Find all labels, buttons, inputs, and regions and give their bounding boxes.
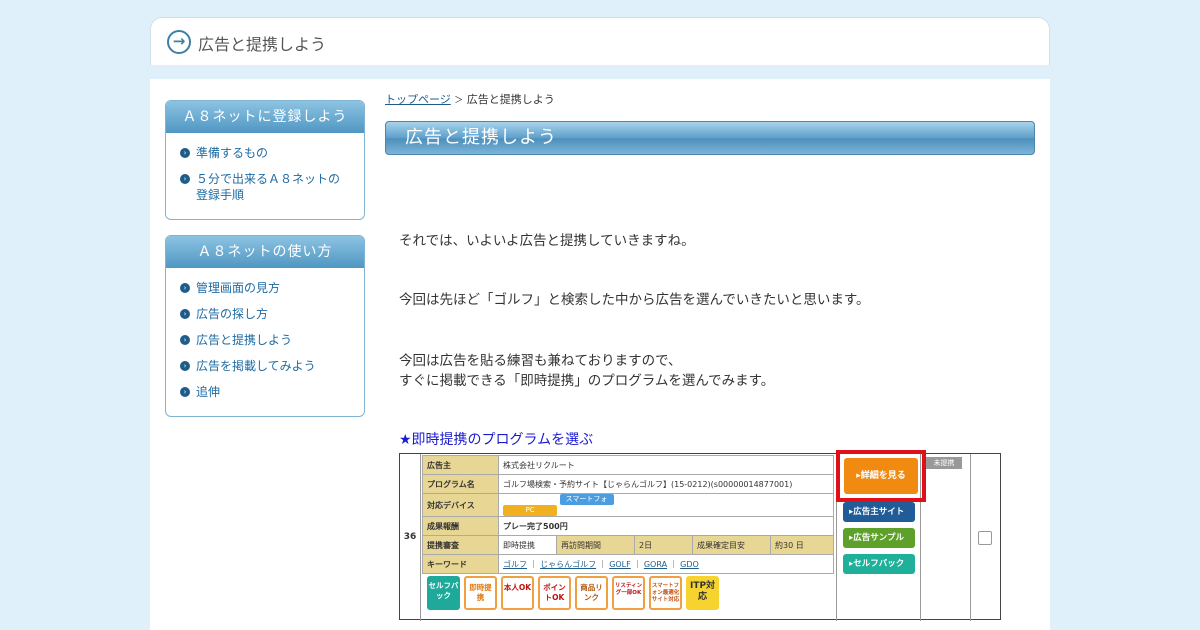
review-label: 提携審査 bbox=[422, 535, 499, 555]
reward-value: プレー完了500円 bbox=[498, 516, 834, 536]
bullet-arrow-icon: › bbox=[180, 387, 190, 397]
bullet-arrow-icon: › bbox=[180, 174, 190, 184]
program-value: ゴルフ場検索・予約サイト【じゃらんゴルフ】(15-0212)(s00000014… bbox=[498, 474, 834, 494]
paragraph-instant: すぐに掲載できる「即時提携」のプログラムを選んでみます。 bbox=[399, 373, 775, 389]
keyword-label: キーワード bbox=[422, 554, 499, 574]
selfback-badge: セルフバック bbox=[427, 576, 460, 610]
advertiser-site-button[interactable]: ▸広告主サイト bbox=[843, 502, 915, 522]
revisit-label: 再訪問期間 bbox=[556, 535, 635, 555]
sidebar-item-post-ads[interactable]: › 広告を掲載してみよう bbox=[180, 358, 364, 374]
status-badge: 未提携 bbox=[926, 457, 962, 469]
column-divider bbox=[970, 454, 971, 621]
arrow-right-circle-icon: → bbox=[167, 30, 191, 54]
header-band bbox=[150, 65, 1050, 79]
product-link-badge: 商品リンク bbox=[575, 576, 608, 610]
page-header: → 広告と提携しよう bbox=[150, 17, 1050, 65]
page-body: Ａ８ネットに登録しよう › 準備するもの › ５分で出来るＡ８ネットの登録手順 Ａ８… bbox=[150, 79, 1050, 630]
breadcrumb-current: 広告と提携しよう bbox=[466, 93, 555, 106]
section-heading: ★即時提携のプログラムを選ぶ bbox=[399, 432, 594, 448]
sidebar-box-register: Ａ８ネットに登録しよう › 準備するもの › ５分で出来るＡ８ネットの登録手順 bbox=[165, 100, 365, 220]
keyword-list: ゴルフ ｜ じゃらんゴルフ ｜ GOLF ｜ GORA ｜ GDO bbox=[498, 554, 834, 574]
confirm-label: 成果確定目安 bbox=[692, 535, 771, 555]
reward-label: 成果報酬 bbox=[422, 516, 499, 536]
keyword-link[interactable]: GOLF bbox=[609, 560, 631, 569]
revisit-value: 2日 bbox=[634, 535, 693, 555]
device-sp-tag: スマートフォン bbox=[559, 494, 614, 514]
itp-badge: ITP対応 bbox=[686, 576, 719, 610]
paragraph-intro: それでは、いよいよ広告と提携していきますね。 bbox=[399, 233, 695, 249]
select-checkbox[interactable] bbox=[978, 531, 992, 545]
smartphone-badge: スマートフォン最適化サイト対応 bbox=[649, 576, 682, 610]
instant-badge: 即時提携 bbox=[464, 576, 497, 610]
paragraph-golf: 今回は先ほど「ゴルフ」と検索した中から広告を選んでいきたいと思います。 bbox=[399, 292, 870, 308]
bullet-arrow-icon: › bbox=[180, 148, 190, 158]
row-number: 36 bbox=[400, 454, 421, 621]
header-title: 広告と提携しよう bbox=[198, 35, 327, 54]
device-label: 対応デバイス bbox=[422, 493, 499, 517]
program-screenshot: 36 広告主 株式会社リクルート プログラム名 ゴルフ場検索・予約サイト【じゃら… bbox=[399, 450, 1001, 621]
program-label: プログラム名 bbox=[422, 474, 499, 494]
point-ok-badge: ポイントOK bbox=[538, 576, 571, 610]
badge-row: セルフバック 即時提携 本人OK ポイントOK 商品リンク リスティング一部OK… bbox=[424, 576, 834, 616]
bullet-arrow-icon: › bbox=[180, 309, 190, 319]
breadcrumb-separator: ＞ bbox=[454, 96, 464, 106]
selfback-button[interactable]: ▸セルフバック bbox=[843, 554, 915, 574]
sidebar-item-dashboard[interactable]: › 管理画面の見方 bbox=[180, 280, 364, 296]
advertiser-label: 広告主 bbox=[422, 455, 499, 475]
sidebar-item-search-ads[interactable]: › 広告の探し方 bbox=[180, 306, 364, 322]
self-ok-badge: 本人OK bbox=[501, 576, 534, 610]
review-value: 即時提携 bbox=[498, 535, 557, 555]
keyword-link[interactable]: GORA bbox=[644, 560, 667, 569]
detail-button[interactable]: ▸詳細を見る bbox=[844, 458, 918, 494]
keyword-link[interactable]: GDO bbox=[680, 560, 699, 569]
sidebar-box-usage: Ａ８ネットの使い方 › 管理画面の見方 › 広告の探し方 › 広告と提携しよう › 広告… bbox=[165, 235, 365, 417]
keyword-link[interactable]: ゴルフ bbox=[503, 560, 527, 569]
sidebar-heading: Ａ８ネットに登録しよう bbox=[166, 101, 364, 133]
paragraph-practice: 今回は広告を貼る練習も兼ねておりますので、 bbox=[399, 353, 682, 369]
detail-highlight-box: ▸詳細を見る bbox=[836, 450, 926, 502]
ad-sample-button[interactable]: ▸広告サンプル bbox=[843, 528, 915, 548]
advertiser-value: 株式会社リクルート bbox=[498, 455, 834, 475]
listing-badge: リスティング一部OK bbox=[612, 576, 645, 610]
sidebar-item-postscript[interactable]: › 追伸 bbox=[180, 384, 364, 400]
page-title: 広告と提携しよう bbox=[385, 121, 1035, 155]
bullet-arrow-icon: › bbox=[180, 283, 190, 293]
bullet-arrow-icon: › bbox=[180, 361, 190, 371]
sidebar-heading: Ａ８ネットの使い方 bbox=[166, 236, 364, 268]
sidebar-item-partner[interactable]: › 広告と提携しよう bbox=[180, 332, 364, 348]
sidebar-item-preparation[interactable]: › 準備するもの bbox=[180, 145, 364, 161]
device-pc-tag: PC bbox=[503, 505, 557, 516]
sidebar-item-registration[interactable]: › ５分で出来るＡ８ネットの登録手順 bbox=[180, 171, 350, 203]
breadcrumb: トップページ ＞ 広告と提携しよう bbox=[385, 91, 555, 107]
confirm-value: 約30 日 bbox=[770, 535, 834, 555]
keyword-link[interactable]: じゃらんゴルフ bbox=[540, 560, 596, 569]
breadcrumb-home-link[interactable]: トップページ bbox=[385, 93, 451, 106]
program-table: 広告主 株式会社リクルート プログラム名 ゴルフ場検索・予約サイト【じゃらんゴル… bbox=[422, 455, 834, 574]
device-value: PC スマートフォン bbox=[498, 493, 834, 517]
bullet-arrow-icon: › bbox=[180, 335, 190, 345]
